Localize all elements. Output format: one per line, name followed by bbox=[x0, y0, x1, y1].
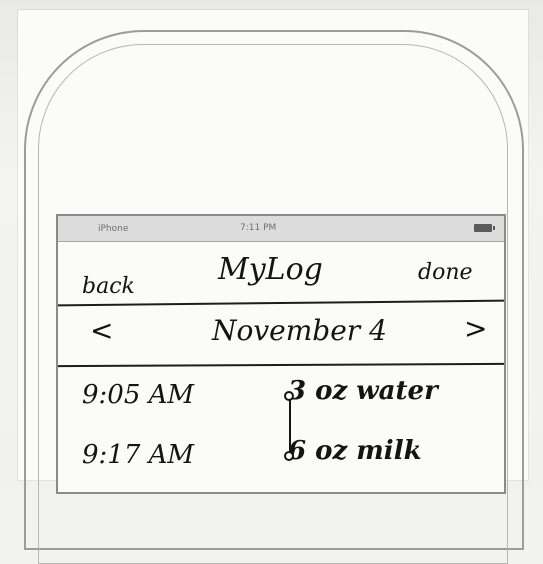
status-carrier: iPhone bbox=[98, 224, 129, 234]
timeline-dot-icon bbox=[284, 391, 294, 401]
date-navigator: < November 4 > bbox=[58, 306, 504, 362]
back-button[interactable]: back bbox=[82, 274, 135, 299]
date-divider bbox=[57, 362, 505, 368]
log-time: 9:17 AM bbox=[82, 440, 195, 470]
next-day-button[interactable]: > bbox=[464, 312, 487, 345]
log-entry: 6 oz milk bbox=[288, 436, 422, 466]
log-list: 9:05 AM 3 oz water 9:17 AM 6 oz milk bbox=[58, 370, 504, 490]
list-item[interactable]: 9:17 AM 6 oz milk bbox=[58, 430, 504, 486]
phone-screen: iPhone 7:11 PM back MyLog done < Novembe… bbox=[56, 214, 506, 494]
page-title: MyLog bbox=[218, 252, 323, 287]
status-time: 7:11 PM bbox=[240, 223, 277, 233]
done-button[interactable]: done bbox=[418, 260, 473, 285]
status-bar: iPhone 7:11 PM bbox=[58, 216, 504, 242]
nav-bar: back MyLog done bbox=[58, 242, 504, 304]
log-time: 9:05 AM bbox=[82, 380, 195, 410]
timeline-dot-icon bbox=[284, 451, 294, 461]
timeline-line bbox=[289, 398, 291, 456]
log-entry: 3 oz water bbox=[288, 376, 438, 406]
previous-day-button[interactable]: < bbox=[90, 314, 113, 347]
current-date: November 4 bbox=[212, 314, 387, 347]
list-item[interactable]: 9:05 AM 3 oz water bbox=[58, 370, 504, 426]
battery-icon bbox=[474, 224, 495, 232]
